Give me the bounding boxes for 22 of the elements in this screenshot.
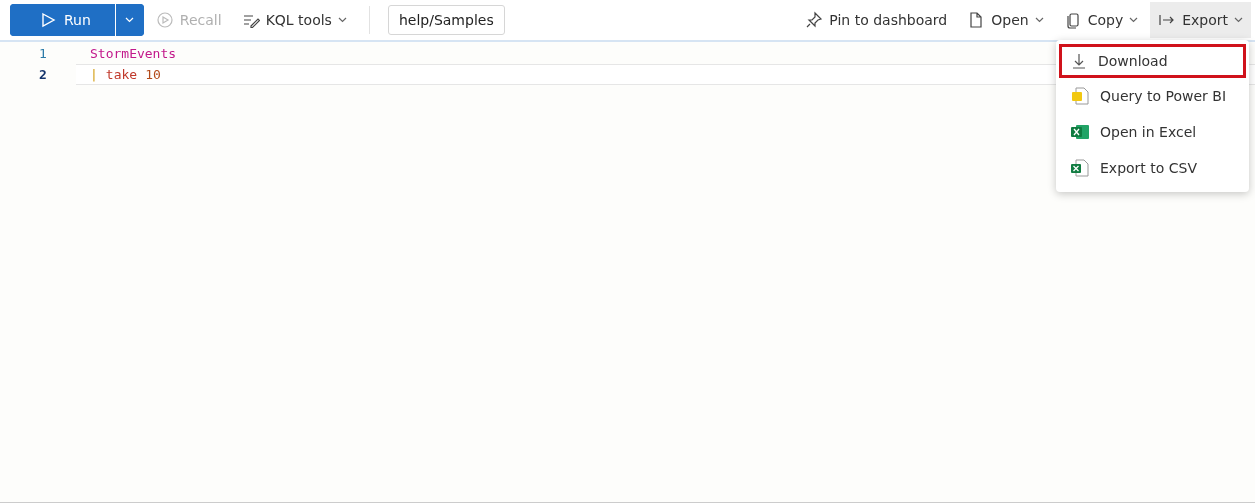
play-icon bbox=[40, 12, 56, 28]
pin-icon bbox=[805, 11, 824, 29]
line-number: 2 bbox=[38, 67, 48, 82]
code-token: take bbox=[105, 67, 138, 82]
code-token: 10 bbox=[145, 67, 161, 82]
code-token: StormEvents bbox=[90, 46, 177, 61]
run-options-button[interactable] bbox=[114, 4, 144, 36]
download-icon bbox=[1070, 52, 1088, 70]
csv-file-icon bbox=[1070, 158, 1090, 178]
toolbar-button[interactable]: Pin to dashboard bbox=[797, 2, 956, 38]
code-token: | bbox=[90, 67, 98, 82]
replay-icon bbox=[155, 11, 174, 29]
power-bi-file-icon bbox=[1070, 86, 1090, 106]
menu-item[interactable]: Download bbox=[1059, 44, 1246, 78]
database-chip[interactable]: help/Samples bbox=[387, 5, 505, 35]
excel-icon bbox=[1070, 122, 1090, 142]
line-number: 1 bbox=[38, 46, 48, 61]
toolbar-button[interactable]: Copy bbox=[1055, 2, 1147, 38]
toolbar-button[interactable]: Export bbox=[1150, 2, 1251, 38]
toolbar-button[interactable]: KQL tools bbox=[233, 2, 355, 38]
caret-icon bbox=[125, 17, 135, 23]
toolbar-button[interactable]: Open bbox=[959, 2, 1052, 38]
